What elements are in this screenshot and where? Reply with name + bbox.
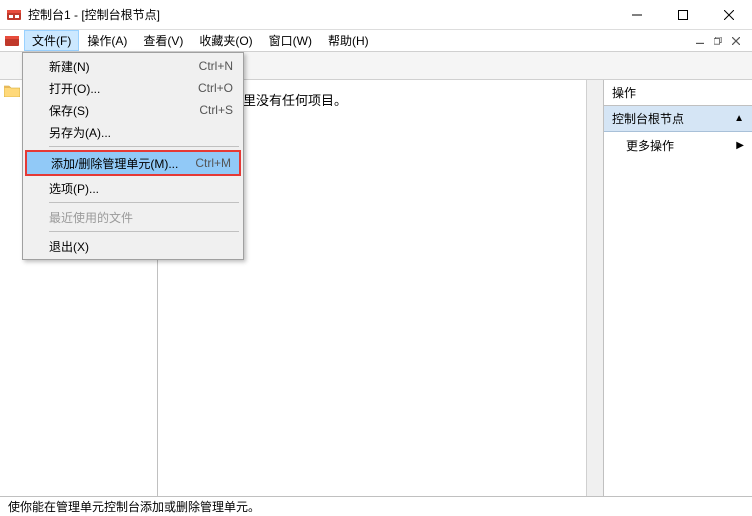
- mdi-close-button[interactable]: [728, 34, 744, 48]
- statusbar: 使你能在管理单元控制台添加或删除管理单元。: [0, 496, 752, 516]
- menu-options[interactable]: 选项(P)...: [25, 177, 241, 199]
- mdi-restore-button[interactable]: [710, 34, 726, 48]
- menu-save-as[interactable]: 另存为(A)...: [25, 121, 241, 143]
- menu-item-label: 退出(X): [49, 238, 233, 255]
- menu-item-label: 保存(S): [49, 102, 187, 119]
- menu-open[interactable]: 打开(O)... Ctrl+O: [25, 77, 241, 99]
- menu-recent-files: 最近使用的文件: [25, 206, 241, 228]
- menu-separator: [49, 231, 239, 232]
- menu-action[interactable]: 操作(A): [79, 30, 135, 51]
- menu-item-label: 打开(O)...: [49, 80, 186, 97]
- menu-separator: [49, 146, 239, 147]
- scrollbar[interactable]: [586, 80, 603, 496]
- maximize-button[interactable]: [660, 0, 706, 30]
- menu-favorites[interactable]: 收藏夹(O): [191, 30, 260, 51]
- mdi-minimize-button[interactable]: [692, 34, 708, 48]
- folder-icon: [4, 84, 20, 97]
- menu-separator: [49, 202, 239, 203]
- app-icon: [6, 7, 22, 23]
- menu-item-label: 另存为(A)...: [49, 124, 233, 141]
- menu-view[interactable]: 查看(V): [135, 30, 191, 51]
- menubar: 文件(F) 操作(A) 查看(V) 收藏夹(O) 窗口(W) 帮助(H): [0, 30, 752, 52]
- minimize-button[interactable]: [614, 0, 660, 30]
- menu-item-label: 选项(P)...: [49, 180, 233, 197]
- menu-new[interactable]: 新建(N) Ctrl+N: [25, 55, 241, 77]
- chevron-right-icon: ▶: [736, 140, 744, 151]
- actions-section[interactable]: 控制台根节点 ▲: [604, 106, 752, 132]
- menu-add-remove-snapin[interactable]: 添加/删除管理单元(M)... Ctrl+M: [25, 150, 241, 176]
- statusbar-text: 使你能在管理单元控制台添加或删除管理单元。: [8, 498, 260, 515]
- actions-more[interactable]: 更多操作 ▶: [604, 132, 752, 159]
- menu-item-shortcut: Ctrl+S: [199, 103, 233, 117]
- menu-item-shortcut: Ctrl+O: [198, 81, 233, 95]
- menu-exit[interactable]: 退出(X): [25, 235, 241, 257]
- titlebar: 控制台1 - [控制台根节点]: [0, 0, 752, 30]
- actions-more-label: 更多操作: [626, 137, 674, 154]
- menu-help[interactable]: 帮助(H): [320, 30, 377, 51]
- actions-pane: 操作 控制台根节点 ▲ 更多操作 ▶: [604, 80, 752, 496]
- close-button[interactable]: [706, 0, 752, 30]
- menu-save[interactable]: 保存(S) Ctrl+S: [25, 99, 241, 121]
- menu-item-shortcut: Ctrl+M: [195, 156, 231, 170]
- menu-file[interactable]: 文件(F): [24, 30, 79, 51]
- menu-item-label: 最近使用的文件: [49, 209, 233, 226]
- mdi-icon: [4, 33, 20, 49]
- menu-window[interactable]: 窗口(W): [261, 30, 320, 51]
- menu-item-label: 添加/删除管理单元(M)...: [51, 155, 183, 172]
- file-dropdown: 新建(N) Ctrl+N 打开(O)... Ctrl+O 保存(S) Ctrl+…: [22, 52, 244, 260]
- window-title: 控制台1 - [控制台根节点]: [28, 6, 614, 23]
- collapse-icon: ▲: [734, 113, 744, 124]
- menu-item-label: 新建(N): [49, 58, 187, 75]
- menu-item-shortcut: Ctrl+N: [199, 59, 233, 73]
- actions-section-label: 控制台根节点: [612, 110, 684, 127]
- actions-header: 操作: [604, 80, 752, 106]
